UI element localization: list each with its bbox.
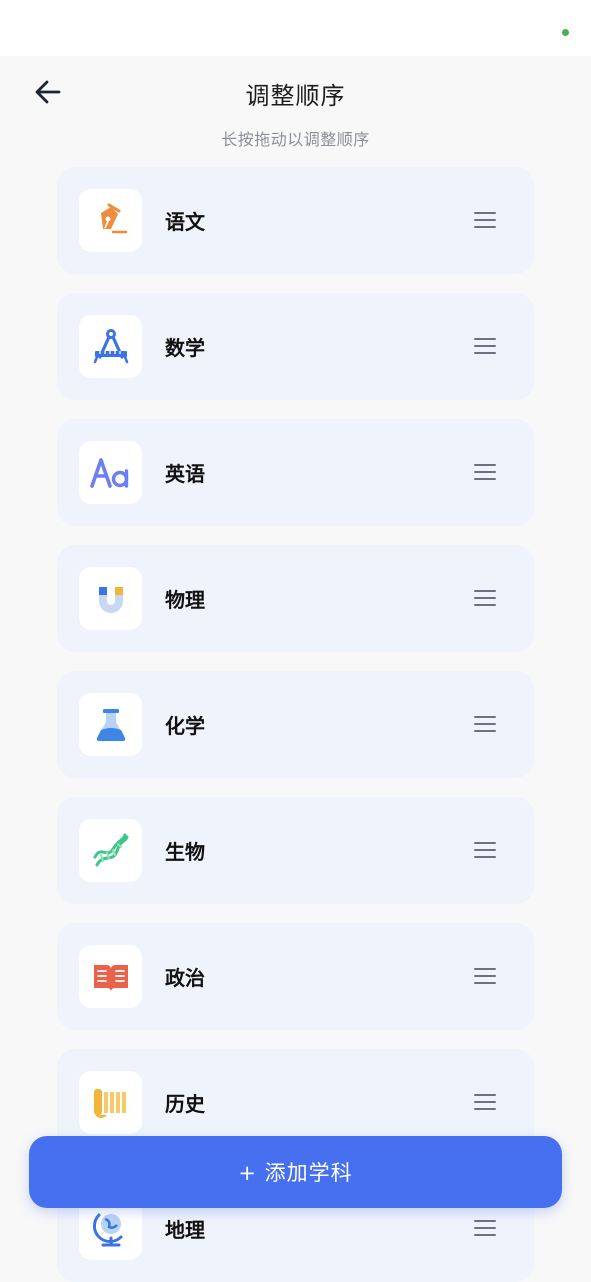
add-subject-button[interactable]: + 添加学科: [29, 1136, 562, 1208]
subject-name: 生物: [165, 840, 205, 864]
status-indicator-dot: [562, 29, 569, 36]
page-title: 调整顺序: [245, 82, 346, 110]
subject-card-chemistry[interactable]: 化学: [57, 671, 534, 778]
subject-icon-box: [79, 441, 142, 504]
subject-icon-box: [79, 945, 142, 1008]
drag-handle-icon[interactable]: [474, 839, 496, 861]
subject-name: 化学: [165, 714, 205, 738]
drag-handle-icon[interactable]: [474, 209, 496, 231]
aa-letters-icon: [89, 457, 128, 488]
subject-icon-box: [79, 693, 142, 756]
drag-handle-icon[interactable]: [474, 587, 496, 609]
dna-icon: [93, 833, 128, 866]
subject-icon-box: [79, 567, 142, 630]
fountain-pen-icon: [100, 203, 127, 233]
drag-handle-icon[interactable]: [474, 335, 496, 357]
subject-name: 政治: [165, 966, 205, 990]
drag-handle-icon[interactable]: [474, 1217, 496, 1239]
subject-name: 英语: [165, 462, 205, 486]
subject-card-biology[interactable]: 生物: [57, 797, 534, 904]
drag-handle-icon[interactable]: [474, 461, 496, 483]
subject-name: 数学: [165, 336, 205, 360]
subject-card-english[interactable]: 英语: [57, 419, 534, 526]
header: 调整顺序: [0, 56, 591, 126]
globe-icon: [92, 1213, 122, 1246]
subject-name: 物理: [165, 588, 205, 612]
status-bar: [0, 0, 591, 56]
magnet-icon: [98, 586, 123, 613]
drag-handle-icon[interactable]: [474, 1091, 496, 1113]
subject-card-chinese[interactable]: 语文: [57, 167, 534, 274]
compass-ruler-icon: [93, 328, 128, 363]
subject-name: 地理: [165, 1218, 205, 1242]
flask-icon: [96, 708, 125, 741]
subject-icon-box: [79, 1071, 142, 1134]
drag-handle-icon[interactable]: [474, 965, 496, 987]
subject-icon-box: [79, 315, 142, 378]
drag-handle-icon[interactable]: [474, 713, 496, 735]
subject-card-physics[interactable]: 物理: [57, 545, 534, 652]
subject-icon-box: [79, 189, 142, 252]
subject-name: 语文: [165, 210, 205, 234]
subject-icon-box: [79, 819, 142, 882]
subject-card-politics[interactable]: 政治: [57, 923, 534, 1030]
subject-card-math[interactable]: 数学: [57, 293, 534, 400]
drag-hint-text: 长按拖动以调整顺序: [221, 130, 370, 149]
open-book-icon: [93, 964, 128, 991]
scroll-icon: [93, 1088, 126, 1118]
subject-name: 历史: [165, 1092, 205, 1116]
